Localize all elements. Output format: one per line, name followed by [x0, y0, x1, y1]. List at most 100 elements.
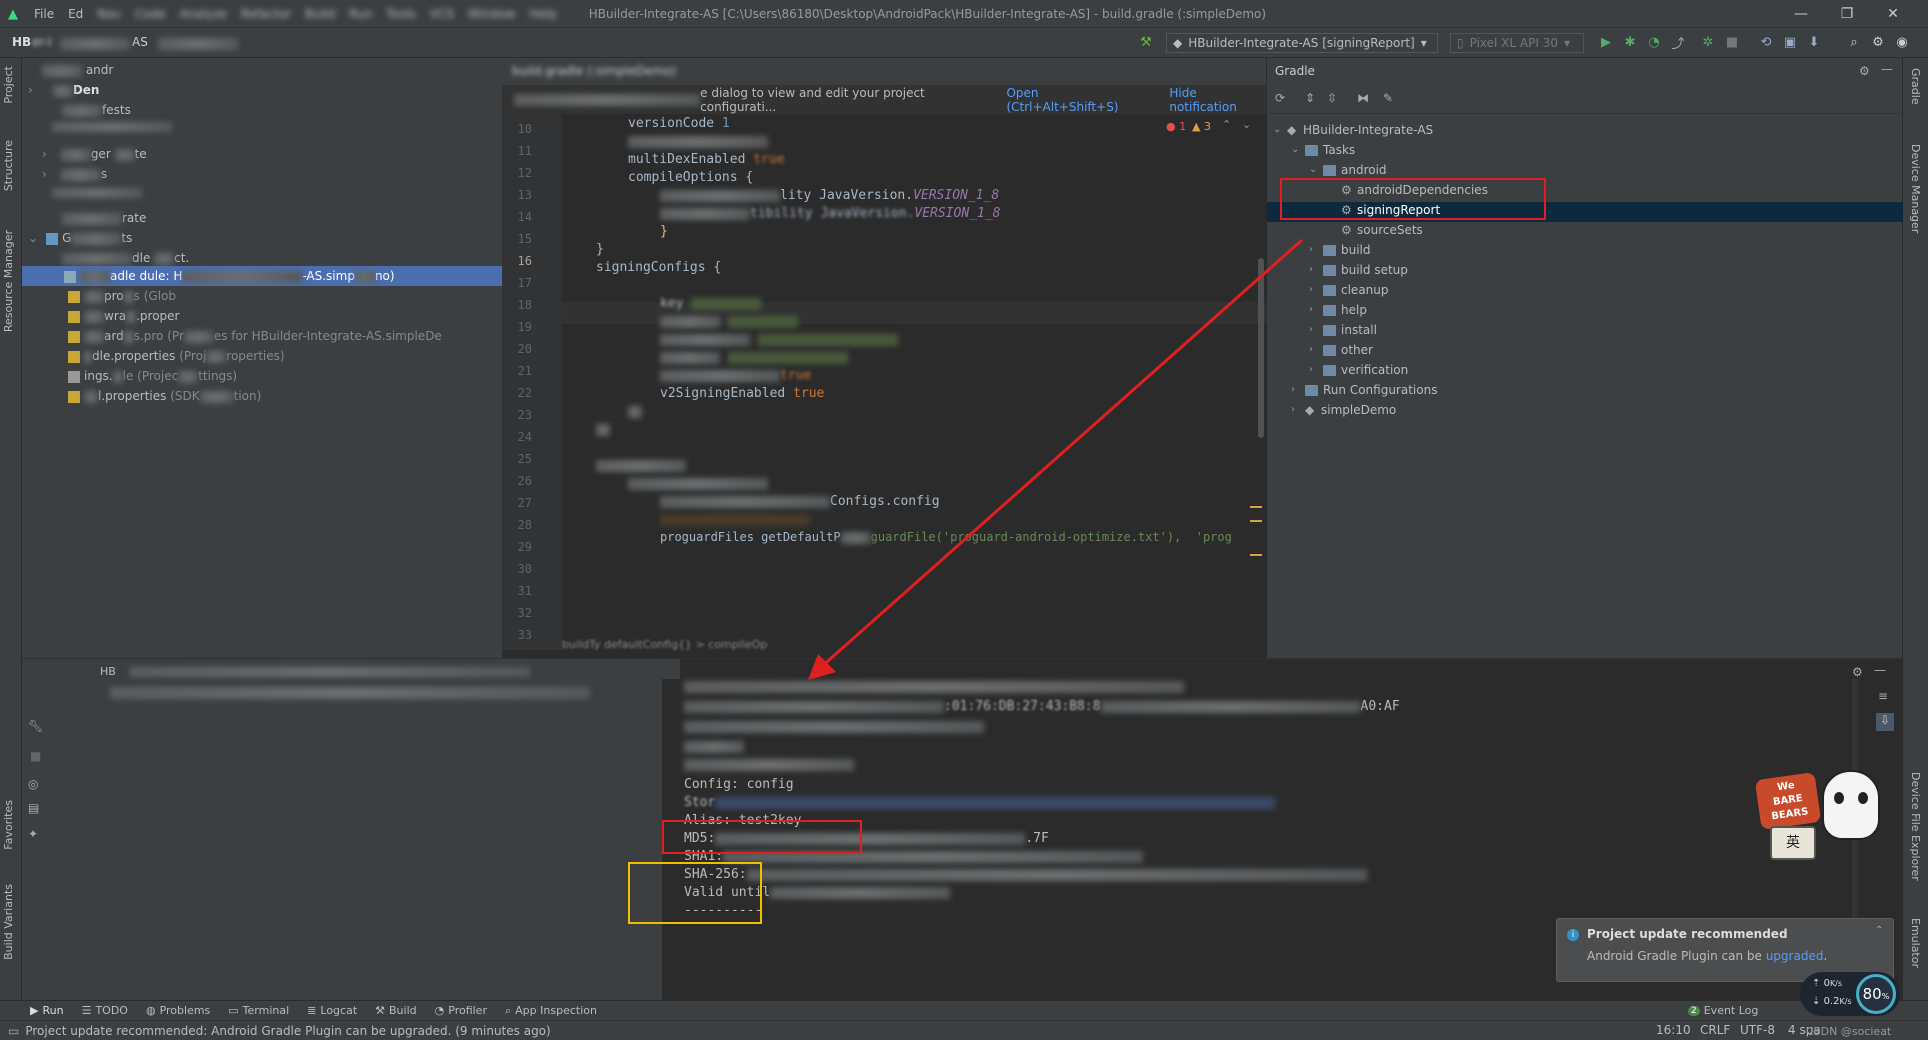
status-message[interactable]: Project update recommended: Android Grad… [25, 1024, 550, 1038]
code-line-21[interactable] [660, 314, 798, 329]
gradle-node-install[interactable]: › install [1309, 320, 1377, 340]
code-line-24[interactable]: true [660, 368, 811, 383]
hide-notification-link[interactable]: Hide notification [1169, 86, 1266, 114]
gradle-node-sourcesets[interactable]: ⚙ sourceSets [1327, 220, 1423, 240]
tab-profiler[interactable]: ◔ Profiler [435, 1004, 487, 1017]
menu-navigate[interactable]: Nav [97, 7, 120, 21]
gradle-node-verification[interactable]: › verification [1309, 360, 1408, 380]
chevron-right-icon[interactable]: › [1309, 320, 1323, 340]
gradle-node-android[interactable]: ⌄ android [1309, 160, 1387, 180]
sdk-manager-icon[interactable]: ⬇ [1806, 34, 1822, 50]
chevron-right-icon[interactable]: › [1309, 280, 1323, 300]
chevron-down-icon[interactable]: ⌄ [1309, 160, 1323, 180]
tab-logcat[interactable]: ≣ Logcat [307, 1004, 357, 1017]
tab-device-manager[interactable]: Device Manager [1909, 144, 1922, 233]
tab-resource-manager[interactable]: Resource Manager [2, 230, 15, 332]
menu-analyze[interactable]: Analyze [179, 7, 226, 21]
menu-vcs[interactable]: VCS [430, 7, 454, 21]
gradle-node-androiddependencies[interactable]: ⚙ androidDependencies [1327, 180, 1488, 200]
sync-icon[interactable]: ⟲ [1758, 34, 1774, 50]
editor-tab-build-gradle[interactable]: build.gradle (:simpleDemo) [512, 64, 676, 78]
code-line-13[interactable]: compileOptions { [628, 170, 753, 185]
gradle-node-simpledemo[interactable]: › ◆ simpleDemo [1291, 400, 1396, 420]
chevron-right-icon[interactable]: › [1309, 360, 1323, 380]
tree-row[interactable]: ard s.pro (Pr es for HBuilder-Integrate-AS… [22, 326, 502, 346]
code-line-23[interactable] [660, 350, 848, 365]
chevron-up-icon[interactable]: ⌃ [1222, 118, 1231, 131]
chevron-down-icon[interactable]: ⌄ [1242, 118, 1251, 131]
tab-device-file-explorer[interactable]: Device File Explorer [1909, 772, 1922, 881]
menu-run[interactable]: Run [349, 7, 372, 21]
tree-row[interactable]: dle.properties (Proj roperties) [22, 346, 502, 366]
gradle-node-help[interactable]: › help [1309, 300, 1367, 320]
code-line-25[interactable]: v2SigningEnabled true [660, 386, 824, 401]
tree-row[interactable]: dle ct. [22, 248, 502, 268]
eye-icon[interactable]: ◎ [28, 777, 38, 791]
code-line-15[interactable]: tibility JavaVersion.VERSION_1_8 [660, 206, 1000, 221]
soft-wrap-icon[interactable]: ≡ [1878, 689, 1888, 703]
pin-icon[interactable]: ✦ [28, 827, 38, 841]
chevron-right-icon[interactable]: › [1309, 300, 1323, 320]
editor-scrollbar[interactable] [1258, 258, 1264, 438]
gradle-node-tasks[interactable]: ⌄ Tasks [1291, 140, 1355, 160]
gear-icon[interactable]: ⚙ [1859, 64, 1870, 78]
scroll-marker[interactable] [1250, 506, 1262, 508]
expand-all-icon[interactable]: ⇕ [1305, 91, 1315, 105]
minimize-button[interactable]: — [1778, 0, 1824, 28]
caret-position[interactable]: 16:10 [1656, 1023, 1691, 1037]
code-line-12[interactable]: multiDexEnabled true [628, 152, 785, 167]
scroll-to-end-icon[interactable]: ⇩ [1876, 713, 1894, 731]
apply-changes-icon[interactable]: ✲ [1700, 34, 1716, 50]
tab-favorites[interactable]: Favorites [2, 800, 15, 850]
stop-icon[interactable]: ■ [1724, 34, 1740, 50]
toggle-offline-icon[interactable]: ⧓ [1357, 91, 1369, 105]
run-icon[interactable]: ▶ [1598, 34, 1614, 50]
menu-code[interactable]: Code [135, 7, 166, 21]
tree-row[interactable]: ings. le (Projec ttings) [22, 366, 502, 386]
gradle-node-build[interactable]: › build [1309, 240, 1371, 260]
profile-icon[interactable]: ◔ [1646, 34, 1662, 50]
minimize-panel-icon[interactable]: — [1874, 663, 1886, 677]
collapse-icon[interactable]: ⌃ [1875, 925, 1883, 936]
search-icon[interactable]: ⌕ [1846, 34, 1862, 50]
tree-row[interactable]: › Den [22, 80, 502, 100]
close-window-button[interactable]: ✕ [1870, 0, 1916, 28]
hammer-icon[interactable]: ⚒ [1138, 34, 1154, 50]
tab-gradle[interactable]: Gradle [1909, 68, 1922, 105]
tree-row[interactable]: wra .proper [22, 306, 502, 326]
gradle-node-cleanup[interactable]: › cleanup [1309, 280, 1389, 300]
tab-run[interactable]: ▶ Run [30, 1004, 64, 1017]
tab-structure[interactable]: Structure [2, 140, 15, 191]
tab-emulator[interactable]: Emulator [1909, 918, 1922, 968]
code-line-17[interactable]: } [596, 242, 604, 257]
code-line-14[interactable]: lity JavaVersion.VERSION_1_8 [660, 188, 999, 203]
code-line-33[interactable]: proguardFiles getDefaultP guardFile('prog… [660, 530, 1232, 544]
menu-tools[interactable]: Tools [386, 7, 416, 21]
tab-project[interactable]: Project [2, 66, 15, 104]
tree-row[interactable]: › ger te [22, 144, 502, 164]
account-icon[interactable]: ◉ [1894, 34, 1910, 50]
tree-row[interactable]: andr [22, 60, 502, 80]
menu-help[interactable]: Help [529, 7, 556, 21]
gear-icon[interactable]: ⚙ [1852, 665, 1863, 679]
line-separator[interactable]: CRLF [1700, 1023, 1730, 1037]
chevron-right-icon[interactable]: › [1291, 400, 1305, 420]
breadcrumb-project[interactable]: HB [12, 35, 31, 49]
scroll-marker[interactable] [1250, 520, 1262, 522]
minimize-panel-icon[interactable]: — [1881, 62, 1893, 76]
device-select[interactable]: ▯ Pixel XL API 30 ▾ [1450, 33, 1584, 53]
code-line-18[interactable]: signingConfigs { [596, 260, 721, 275]
menu-file[interactable]: File [34, 7, 54, 21]
tree-row[interactable]: ⌄ Gts [22, 228, 502, 248]
run-config-select[interactable]: ◆ HBuilder-Integrate-AS [signingReport] … [1166, 33, 1438, 53]
debug-icon[interactable]: ✱ [1622, 34, 1638, 50]
reload-icon[interactable]: ⟳ [1275, 91, 1285, 105]
tab-todo[interactable]: ☰ TODO [82, 1004, 128, 1017]
tree-row-selected[interactable]: adle dule: H -AS.simp no) [22, 266, 502, 286]
maximize-button[interactable]: ❐ [1824, 0, 1870, 28]
breadcrumb-module[interactable]: AS [132, 35, 148, 49]
code-line-29[interactable] [596, 458, 686, 473]
breadcrumb-project-mid[interactable]: er-I [32, 35, 51, 49]
wrench-icon[interactable]: 🔧︎ [28, 719, 43, 733]
code-line-11[interactable] [628, 134, 768, 149]
